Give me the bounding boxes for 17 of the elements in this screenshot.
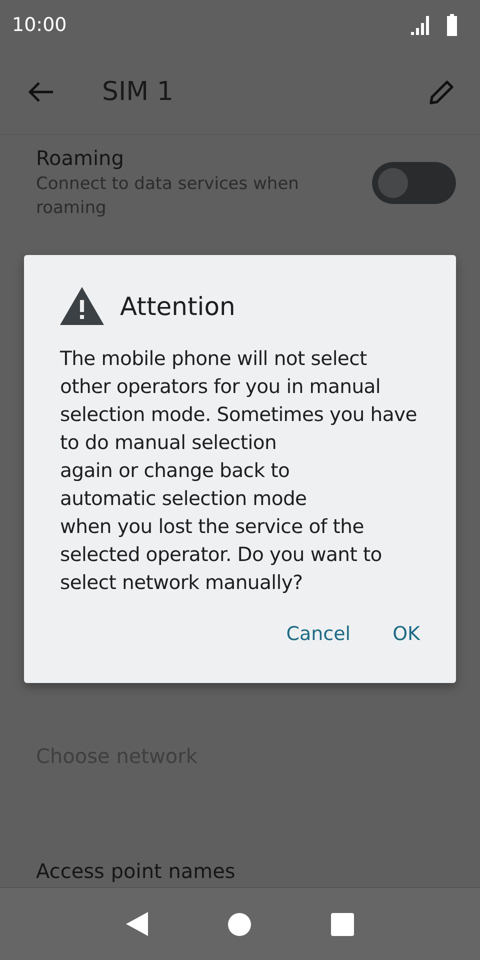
recents-nav-icon[interactable] — [331, 912, 354, 936]
setting-title: Roaming — [36, 146, 125, 170]
app-bar-title: SIM 1 — [102, 77, 174, 107]
warning-icon — [60, 287, 104, 325]
setting-title: Access point names — [36, 859, 236, 883]
pencil-icon[interactable] — [428, 78, 456, 106]
home-nav-icon[interactable] — [228, 912, 251, 936]
dialog-title: Attention — [120, 292, 236, 320]
dialog-button[interactable]: Cancel — [280, 619, 357, 649]
signal-icon — [410, 15, 432, 35]
back-icon[interactable] — [28, 81, 54, 103]
battery-icon — [446, 14, 458, 36]
roaming-switch[interactable] — [372, 162, 456, 204]
back-nav-icon[interactable] — [126, 912, 148, 936]
dialog-message: The mobile phone will not select other operators for you in manual selection mode. Sometimes you have to do manual selection again or change back to automatic selection mode when you lost the service of the selected operator. Do you want to select network manually? — [60, 346, 418, 596]
status-time: 10:00 — [12, 14, 67, 36]
dialog-button[interactable]: OK — [386, 619, 426, 649]
